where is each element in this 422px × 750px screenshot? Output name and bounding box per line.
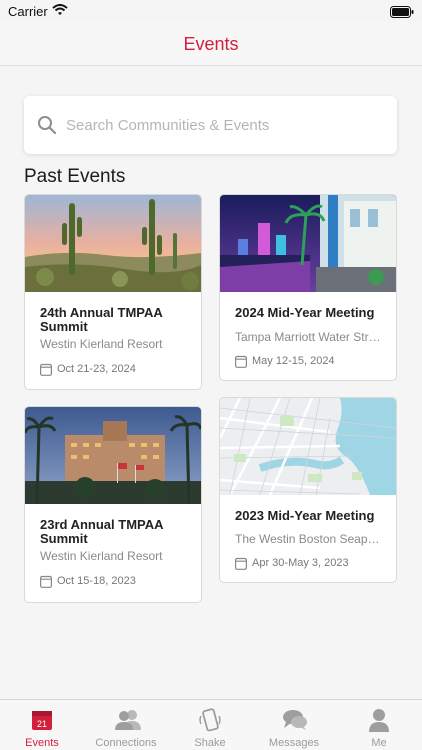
search-placeholder: Search Communities & Events — [66, 117, 270, 134]
calendar-badge: 21 — [37, 719, 47, 729]
event-image-map — [220, 398, 396, 495]
event-title: 23rd Annual TMPAA Summit — [40, 517, 164, 546]
navigation-bar: Events — [0, 22, 422, 66]
calendar-icon — [235, 557, 248, 575]
tab-label: Shake — [194, 737, 226, 749]
event-image-resort — [25, 407, 201, 504]
event-date: May 12-15, 2024 — [252, 355, 335, 367]
calendar-icon — [235, 355, 248, 373]
event-title: 24th Annual TMPAA Summit — [40, 305, 163, 334]
event-card[interactable]: 23rd Annual TMPAA Summit Westin Kierland… — [24, 406, 202, 603]
wifi-icon — [52, 3, 68, 21]
event-card[interactable]: 24th Annual TMPAA Summit Westin Kierland… — [24, 194, 202, 390]
calendar-icon — [40, 363, 53, 381]
tab-label: Messages — [268, 737, 320, 749]
person-icon — [367, 708, 391, 732]
event-card[interactable]: 2024 Mid-Year Meeting Tampa Marriott Wat… — [219, 194, 397, 381]
tab-shake[interactable]: Shake — [168, 700, 252, 750]
section-title: Past Events — [24, 166, 126, 187]
calendar-icon — [40, 575, 53, 593]
event-venue: Westin Kierland Resort — [40, 549, 163, 563]
tab-events[interactable]: 21 Events — [0, 700, 84, 750]
status-bar: Carrier — [0, 0, 422, 22]
tab-label: Me — [371, 737, 387, 749]
search-icon — [37, 115, 57, 140]
event-image-city-night — [220, 195, 396, 292]
tab-bar: 21 Events Connections Shake Messages Me — [0, 699, 422, 750]
page-title: Events — [183, 34, 239, 54]
carrier-label: Carrier — [8, 4, 48, 19]
event-image-desert — [25, 195, 201, 292]
phone-shake-icon — [198, 708, 222, 732]
calendar-icon: 21 — [30, 708, 54, 732]
event-venue: The Westin Boston Seaport District — [235, 532, 385, 546]
chat-bubbles-icon — [282, 708, 307, 732]
event-venue: Tampa Marriott Water Street — [235, 330, 385, 344]
tab-me[interactable]: Me — [336, 700, 422, 750]
event-title: 2024 Mid-Year Meeting — [235, 305, 375, 320]
event-date: Apr 30-May 3, 2023 — [252, 557, 349, 569]
event-title: 2023 Mid-Year Meeting — [235, 508, 375, 523]
tab-label: Events — [25, 737, 59, 749]
tab-connections[interactable]: Connections — [84, 700, 168, 750]
search-input[interactable]: Search Communities & Events — [24, 96, 397, 154]
event-date: Oct 15-18, 2023 — [57, 575, 136, 587]
people-icon — [114, 708, 141, 732]
event-card[interactable]: 2023 Mid-Year Meeting The Westin Boston … — [219, 397, 397, 583]
tab-label: Connections — [95, 737, 157, 749]
event-date: Oct 21-23, 2024 — [57, 363, 136, 375]
battery-icon — [390, 5, 414, 23]
tab-messages[interactable]: Messages — [252, 700, 336, 750]
event-venue: Westin Kierland Resort — [40, 337, 163, 351]
